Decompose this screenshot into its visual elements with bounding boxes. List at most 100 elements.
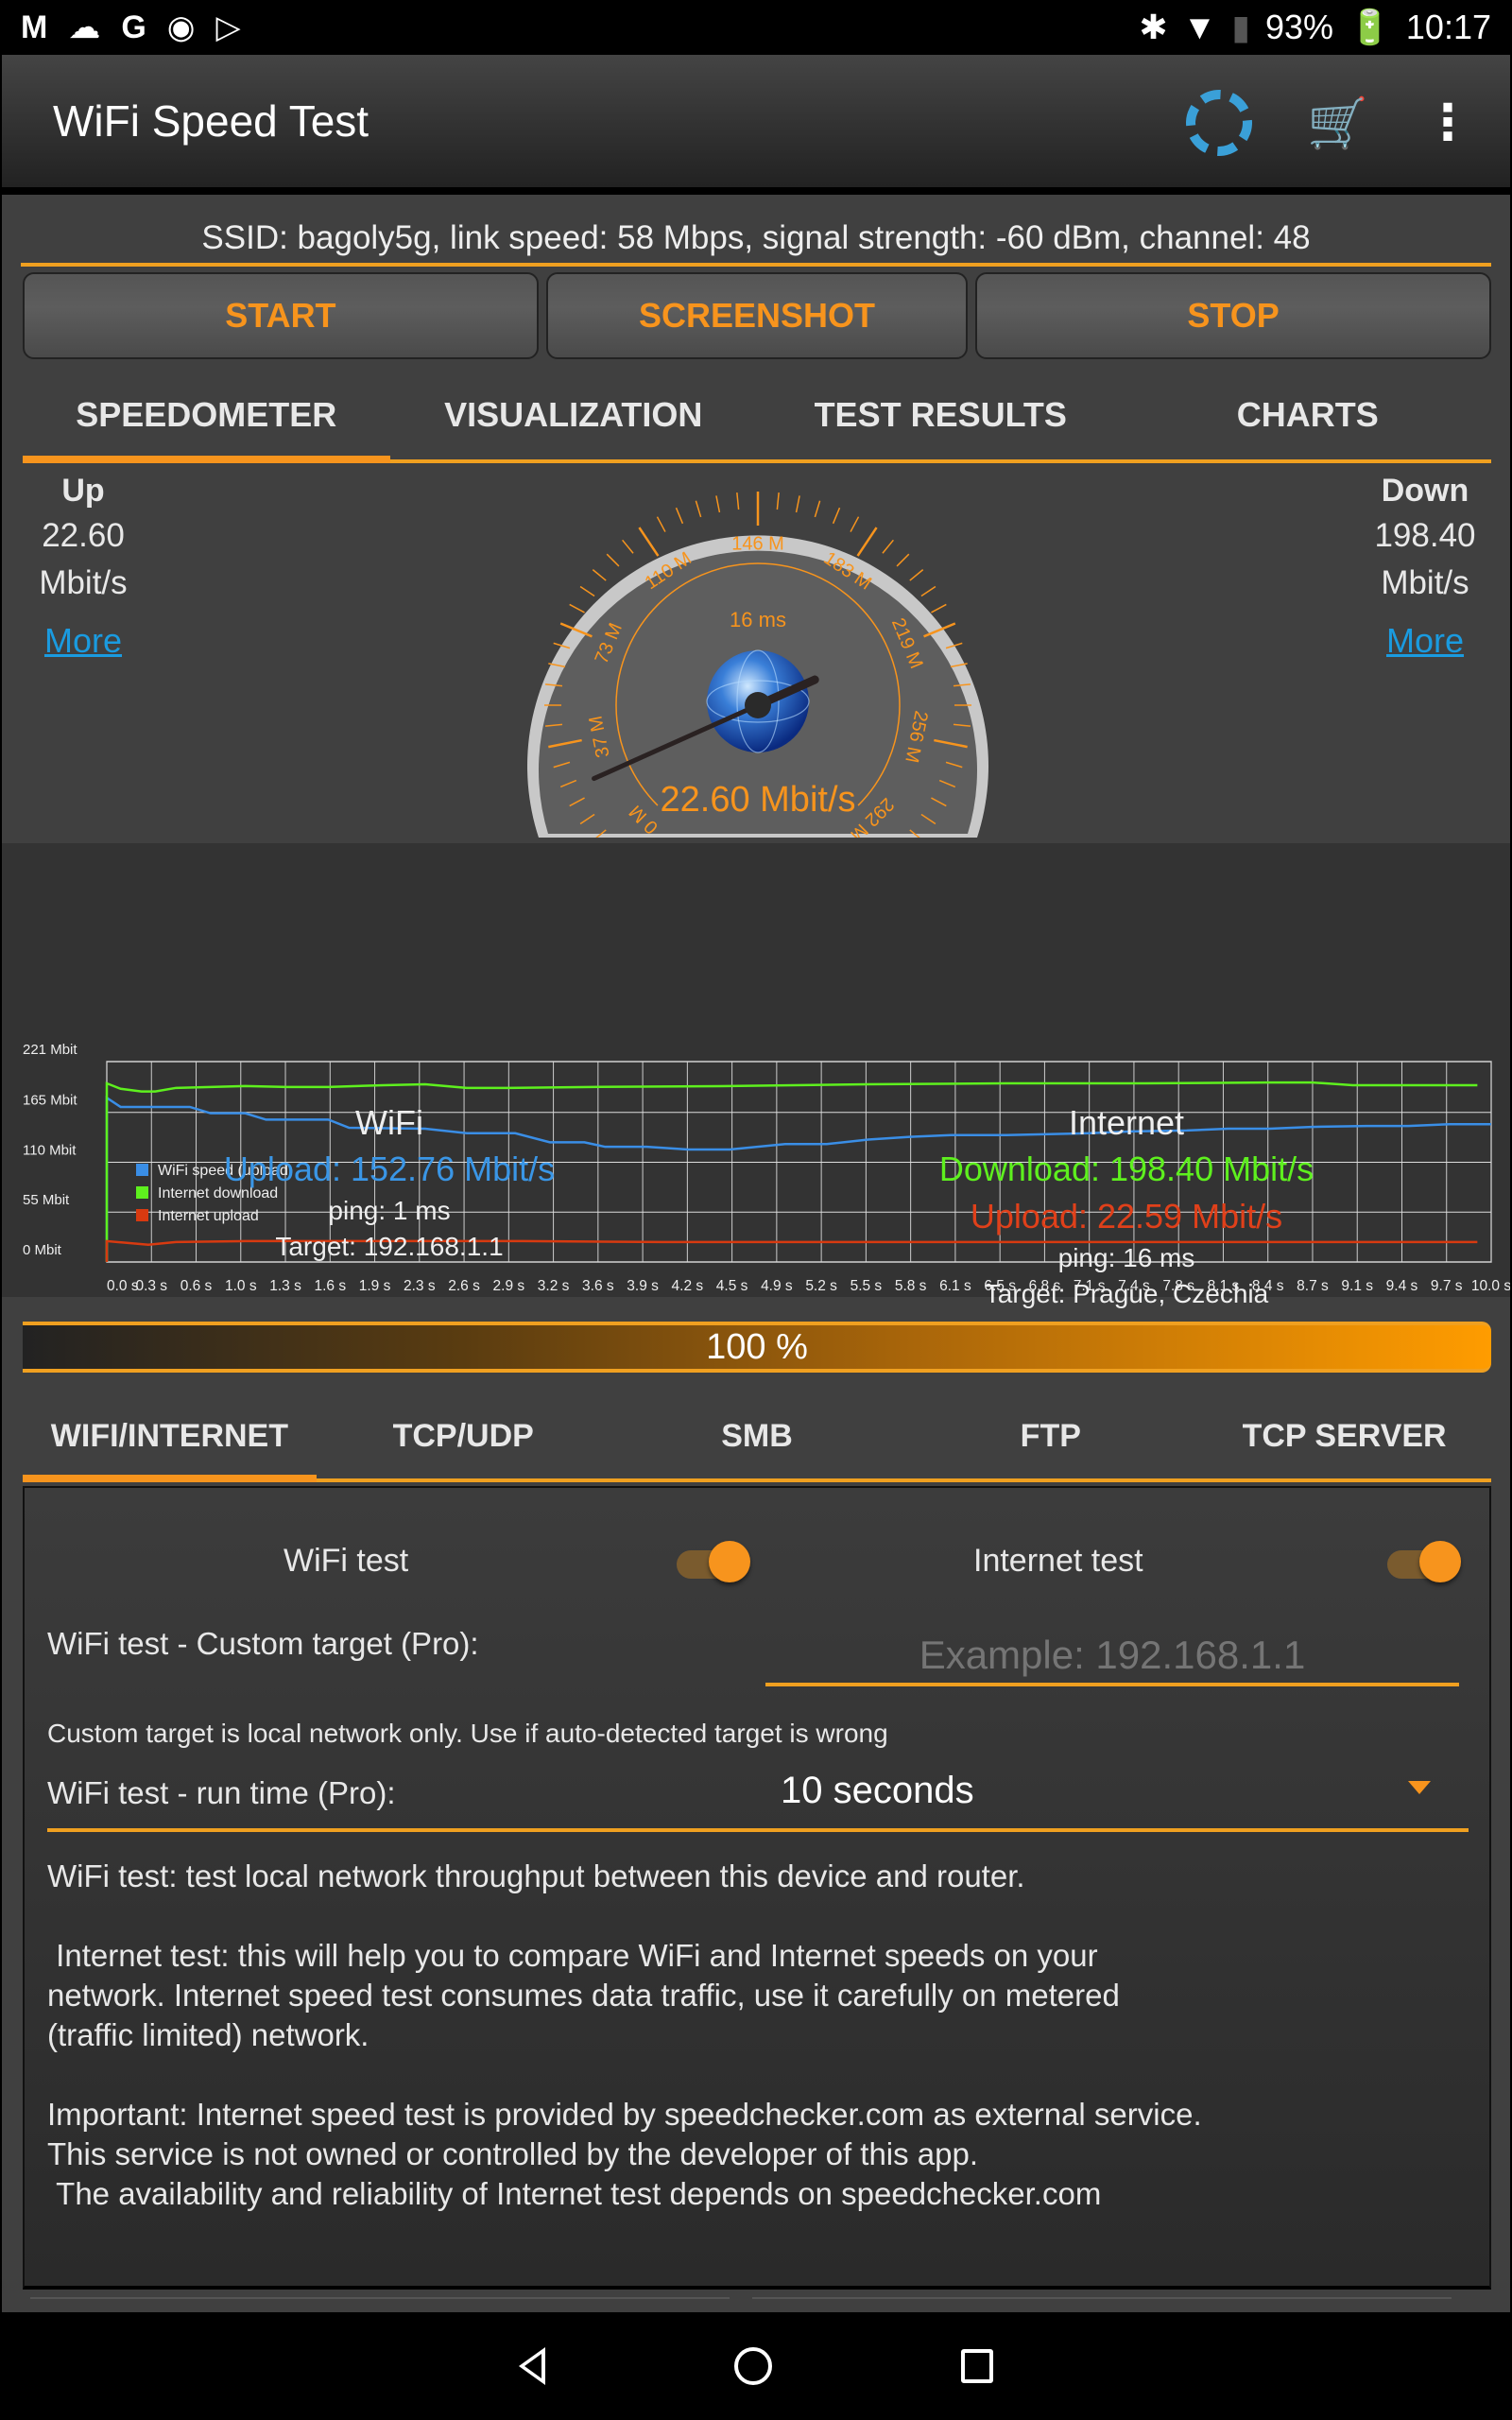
- up-label: Up: [61, 473, 105, 509]
- internet-download: Download: 198.40 Mbit/s: [938, 1150, 1314, 1188]
- gauge-tick: [695, 500, 702, 518]
- down-panel: Down 198.40 Mbit/s More: [1331, 465, 1512, 661]
- network-info: SSID: bagoly5g, link speed: 58 Mbps, sig…: [21, 219, 1491, 267]
- gauge-tick: [931, 603, 947, 614]
- battery-percent: 93%: [1265, 8, 1334, 46]
- progress-bar: 100 %: [23, 1322, 1491, 1373]
- cart-icon[interactable]: 🛒: [1307, 95, 1368, 152]
- home-icon[interactable]: [734, 2347, 772, 2385]
- y-tick-label: 221 Mbit: [23, 1042, 77, 1058]
- wifi-upload: Upload: 152.76 Mbit/s: [223, 1150, 556, 1188]
- down-label: Down: [1381, 473, 1469, 509]
- internet-test-label: Internet test: [973, 1543, 1143, 1579]
- recents-icon[interactable]: [961, 2349, 993, 2383]
- gauge-tick: [656, 516, 666, 532]
- back-icon[interactable]: [519, 2347, 545, 2385]
- internet-target: Target: Prague, Czechia: [984, 1279, 1269, 1308]
- custom-target-input[interactable]: [765, 1626, 1459, 1686]
- internet-ping: ping: 16 ms: [1057, 1243, 1195, 1272]
- x-tick-label: 0.0 s: [107, 1278, 139, 1294]
- x-tick-label: 1.0 s: [225, 1278, 257, 1294]
- gauge-tick: [776, 493, 780, 510]
- internet-upload: Upload: 22.59 Mbit/s: [970, 1197, 1283, 1236]
- battery-charging-icon: 🔋: [1349, 8, 1391, 46]
- gauge-tick: [832, 507, 841, 525]
- clock: 10:17: [1405, 8, 1491, 46]
- progress-label: 100 %: [706, 1326, 808, 1367]
- wifi-test-row: WiFi test: [25, 1535, 750, 1592]
- test-description: WiFi test: test local network throughput…: [47, 1858, 1202, 2211]
- wifi-test-toggle[interactable]: [677, 1541, 750, 1582]
- up-unit: Mbit/s: [39, 564, 128, 601]
- gauge-tick: [715, 495, 721, 513]
- gauge-ping: 16 ms: [730, 608, 786, 631]
- wifi-test-label: WiFi test: [284, 1543, 409, 1579]
- x-tick-label: 1.6 s: [314, 1278, 346, 1294]
- run-time-label: WiFi test - run time (Pro):: [47, 1775, 396, 1810]
- up-more-link[interactable]: More: [0, 621, 178, 661]
- x-tick-label: 2.3 s: [404, 1278, 436, 1294]
- tab-smb[interactable]: SMB: [610, 1395, 904, 1478]
- gauge-tick: [638, 527, 660, 557]
- tab-charts[interactable]: CHARTS: [1125, 384, 1492, 459]
- gauge-tick: [795, 495, 800, 513]
- bottom-dividers: [30, 2297, 1486, 2299]
- gauge-tick: [622, 539, 634, 554]
- wifi-target: Target: 192.168.1.1: [275, 1232, 504, 1261]
- x-tick-label: 3.2 s: [538, 1278, 570, 1294]
- view-tabs: SPEEDOMETER VISUALIZATION TEST RESULTS C…: [23, 384, 1491, 463]
- tab-speedometer[interactable]: SPEEDOMETER: [23, 384, 390, 463]
- internet-heading: Internet: [1068, 1103, 1185, 1142]
- start-button[interactable]: START: [23, 272, 539, 359]
- gauge-tick: [569, 603, 585, 614]
- gauge-tick: [850, 516, 860, 532]
- down-more-link[interactable]: More: [1331, 621, 1512, 661]
- run-time-value: 10 seconds: [781, 1770, 974, 1811]
- google-icon: G: [121, 9, 146, 45]
- tab-visualization[interactable]: VISUALIZATION: [390, 384, 758, 459]
- x-tick-label: 2.6 s: [448, 1278, 480, 1294]
- status-bar: M ☁ G ◉ ▷ ✱ ▼ ▮ 93% 🔋 10:17: [0, 0, 1512, 55]
- main-content: SSID: bagoly5g, link speed: 58 Mbps, sig…: [2, 195, 1510, 2312]
- tab-ftp[interactable]: FTP: [903, 1395, 1197, 1478]
- x-tick-label: 4.2 s: [672, 1278, 704, 1294]
- app-bar: WiFi Speed Test 🛒 ⋮: [2, 55, 1510, 191]
- gauge-tick: [579, 585, 595, 597]
- speedometer-gauge: 0 M37 M73 M110 M146 M183 M219 M256 M292 …: [527, 492, 988, 838]
- wifi-ping: ping: 1 ms: [328, 1196, 451, 1225]
- gauge-tick: [882, 539, 894, 554]
- circle-app-icon: ◉: [166, 9, 196, 45]
- internet-test-toggle[interactable]: [1387, 1541, 1461, 1582]
- x-tick-label: 1.9 s: [359, 1278, 391, 1294]
- tab-wifi-internet[interactable]: WIFI/INTERNET: [23, 1395, 317, 1482]
- custom-target-hint: Custom target is local network only. Use…: [47, 1719, 888, 1748]
- tab-test-results[interactable]: TEST RESULTS: [757, 384, 1125, 459]
- screenshot-button[interactable]: SCREENSHOT: [545, 272, 969, 359]
- settings-panel: WiFi test Internet test WiFi test - Cust…: [23, 1486, 1491, 2290]
- tab-tcp-udp[interactable]: TCP/UDP: [317, 1395, 610, 1478]
- x-tick-label: 3.9 s: [627, 1278, 659, 1294]
- up-panel: Up 22.60 Mbit/s More: [0, 465, 178, 661]
- tab-tcp-server[interactable]: TCP SERVER: [1197, 1395, 1491, 1478]
- settings-gear-icon[interactable]: [1175, 78, 1263, 167]
- gauge-scale-label: 146 M: [731, 533, 784, 554]
- gauge-tick: [896, 553, 910, 567]
- dropdown-arrow-icon: [1408, 1781, 1431, 1794]
- x-tick-label: 1.3 s: [269, 1278, 301, 1294]
- wifi-results: WiFi Upload: 152.76 Mbit/s ping: 1 ms Ta…: [2, 1097, 777, 1265]
- gauge-tick: [920, 585, 936, 597]
- control-buttons: START SCREENSHOT STOP: [23, 272, 1491, 359]
- wifi-signal-icon: ▼: [1182, 8, 1217, 46]
- down-value: 198.40: [1374, 517, 1476, 554]
- play-store-icon: ▷: [215, 9, 241, 45]
- app-title: WiFi Speed Test: [53, 96, 369, 146]
- gmail-icon: M: [21, 9, 48, 45]
- test-type-tabs: WIFI/INTERNET TCP/UDP SMB FTP TCP SERVER: [23, 1395, 1491, 1482]
- divider-right: [752, 2297, 1452, 2299]
- internet-results: Internet Download: 198.40 Mbit/s Upload:…: [739, 1097, 1512, 1312]
- x-tick-label: 0.6 s: [180, 1278, 213, 1294]
- gauge-tick: [592, 569, 607, 581]
- run-time-select[interactable]: WiFi test - run time (Pro): 10 seconds: [47, 1762, 1469, 1832]
- stop-button[interactable]: STOP: [975, 272, 1491, 359]
- more-vert-icon[interactable]: ⋮: [1423, 95, 1472, 151]
